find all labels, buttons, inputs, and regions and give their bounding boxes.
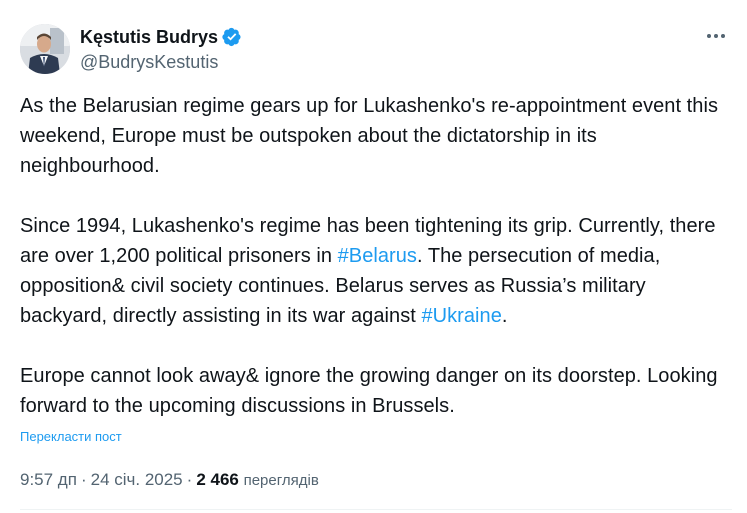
- hashtag-belarus-link[interactable]: #Belarus: [338, 245, 417, 267]
- meta-separator: ·: [80, 470, 87, 489]
- verified-badge-icon[interactable]: [222, 27, 242, 47]
- views-count: 2 466: [196, 470, 239, 489]
- more-options-button[interactable]: [700, 24, 732, 48]
- post-time[interactable]: 9:57 дп: [20, 470, 77, 489]
- tweet-paragraph-1: As the Belarusian regime gears up for Lu…: [20, 95, 719, 177]
- tweet-text: As the Belarusian regime gears up for Lu…: [20, 91, 732, 421]
- tweet-card: Kęstutis Budrys @BudrysKestutis As the B…: [0, 0, 747, 513]
- avatar-photo-icon: [20, 24, 70, 74]
- tweet-text-segment: .: [501, 305, 508, 327]
- tweet-meta: 9:57 дп · 24 січ. 2025 · 2 466 переглядів: [20, 470, 319, 491]
- views-label: переглядів: [243, 472, 319, 489]
- meta-separator: ·: [186, 470, 193, 489]
- bottom-divider: [20, 509, 732, 510]
- translate-post-link[interactable]: Перекласти пост: [20, 428, 122, 446]
- tweet-paragraph-3: Europe cannot look away& ignore the grow…: [20, 365, 718, 417]
- post-date[interactable]: 24 січ. 2025: [91, 470, 183, 489]
- tweet-paragraph-2: Since 1994, Lukashenko's regime has been…: [20, 211, 732, 331]
- more-horizontal-icon: [707, 34, 725, 38]
- author-display-name[interactable]: Kęstutis Budrys: [80, 26, 218, 48]
- author-avatar[interactable]: [20, 24, 70, 74]
- author-handle[interactable]: @BudrysKestutis: [80, 51, 218, 73]
- author-name-row: Kęstutis Budrys: [80, 26, 242, 48]
- hashtag-ukraine-link[interactable]: #Ukraine: [421, 305, 501, 327]
